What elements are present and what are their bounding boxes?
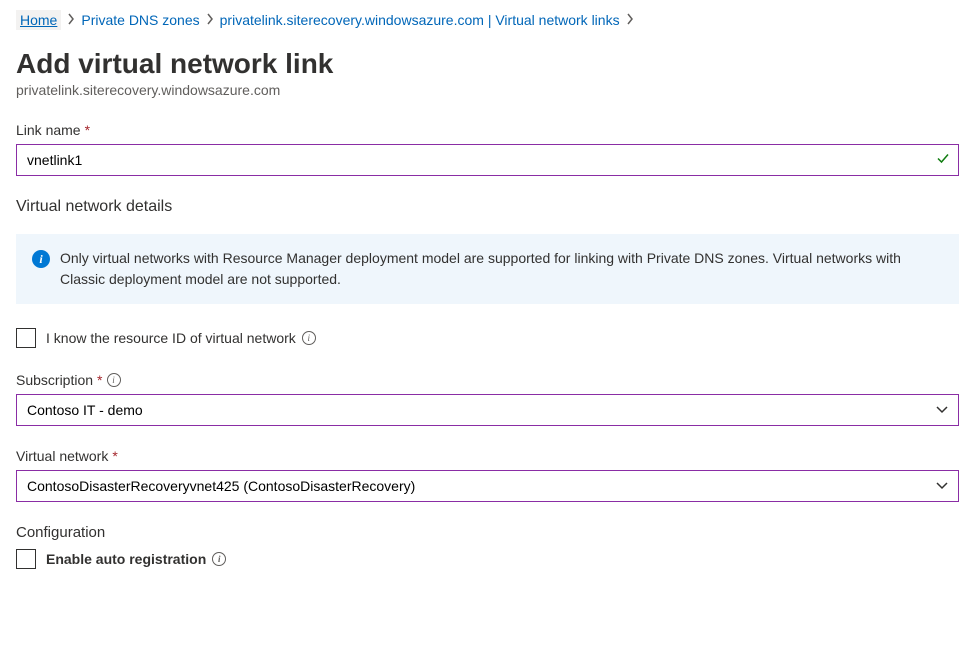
link-name-label: Link name * — [16, 122, 959, 138]
vnet-details-header: Virtual network details — [16, 198, 959, 216]
checkmark-icon — [935, 151, 951, 170]
chevron-right-icon — [67, 12, 75, 28]
auto-registration-checkbox[interactable] — [16, 549, 36, 569]
info-text: Only virtual networks with Resource Mana… — [60, 248, 943, 290]
virtual-network-label: Virtual network * — [16, 448, 959, 464]
info-icon[interactable]: i — [212, 552, 226, 566]
breadcrumb-zones[interactable]: Private DNS zones — [81, 12, 199, 28]
resource-id-checkbox[interactable] — [16, 328, 36, 348]
required-asterisk: * — [97, 372, 102, 388]
breadcrumb-home[interactable]: Home — [16, 10, 61, 30]
page-subtitle: privatelink.siterecovery.windowsazure.co… — [16, 82, 959, 98]
configuration-header: Configuration — [16, 524, 959, 541]
required-asterisk: * — [112, 448, 117, 464]
virtual-network-select[interactable]: ContosoDisasterRecoveryvnet425 (ContosoD… — [16, 470, 959, 502]
subscription-select[interactable]: Contoso IT - demo — [16, 394, 959, 426]
link-name-input[interactable] — [16, 144, 959, 176]
subscription-label: Subscription * i — [16, 372, 959, 388]
chevron-right-icon — [626, 12, 634, 28]
page-title: Add virtual network link — [16, 48, 959, 80]
info-icon[interactable]: i — [107, 373, 121, 387]
breadcrumb: Home Private DNS zones privatelink.siter… — [16, 10, 959, 30]
info-icon[interactable]: i — [302, 331, 316, 345]
auto-registration-checkbox-label: Enable auto registration i — [46, 551, 226, 567]
required-asterisk: * — [85, 122, 90, 138]
info-icon: i — [32, 250, 50, 268]
info-box: i Only virtual networks with Resource Ma… — [16, 234, 959, 304]
breadcrumb-zone-links[interactable]: privatelink.siterecovery.windowsazure.co… — [220, 12, 620, 28]
chevron-right-icon — [206, 12, 214, 28]
resource-id-checkbox-label: I know the resource ID of virtual networ… — [46, 330, 316, 346]
